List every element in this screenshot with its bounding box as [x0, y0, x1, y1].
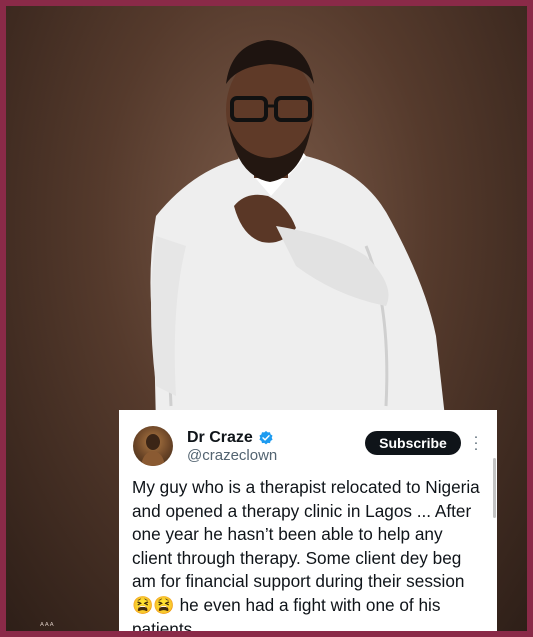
shirt [150, 156, 446, 426]
tweet-text: My guy who is a therapist relocated to N… [132, 477, 480, 631]
author-name[interactable]: Dr Craze [187, 429, 253, 447]
author-row: Dr Craze [187, 429, 274, 447]
avatar[interactable] [133, 426, 173, 466]
tweet-card: Dr Craze @crazeclown Subscribe · · · My gu… [119, 410, 497, 631]
more-vertical-icon[interactable]: · · · [471, 429, 481, 456]
subscribe-button[interactable]: Subscribe [365, 431, 461, 455]
photo-watermark: ᴬᴬᴬ [40, 622, 55, 631]
author-handle[interactable]: @crazeclown [187, 447, 277, 464]
verified-badge-icon [259, 431, 273, 445]
scrollbar[interactable] [493, 458, 496, 518]
